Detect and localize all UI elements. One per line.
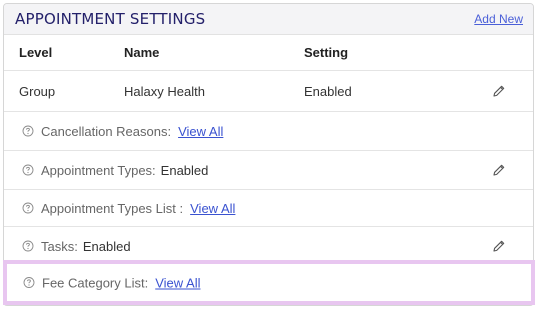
cancellation-reasons-view-all-link[interactable]: View All bbox=[178, 124, 223, 139]
column-header-name: Name bbox=[124, 45, 160, 60]
cell-level: Group bbox=[19, 83, 56, 99]
column-header-level: Level bbox=[19, 45, 53, 60]
help-circle-icon bbox=[22, 164, 34, 176]
appointment-types-value: Enabled bbox=[160, 162, 209, 178]
appointment-types-list-label: Appointment Types List : bbox=[41, 200, 184, 216]
cell-name: Halaxy Health bbox=[124, 83, 205, 99]
cancellation-reasons-label: Cancellation Reasons: bbox=[41, 123, 172, 139]
pencil-edit-icon[interactable] bbox=[492, 239, 506, 253]
column-header-setting: Setting bbox=[304, 45, 349, 60]
help-circle-icon bbox=[22, 240, 34, 252]
help-circle-icon bbox=[22, 125, 34, 137]
help-circle-icon bbox=[23, 277, 35, 288]
list-item-fee-category-list: Fee Category List: View All bbox=[3, 260, 535, 305]
appointment-types-label: Appointment Types: bbox=[41, 162, 156, 178]
appointment-types-list-view-all-link[interactable]: View All bbox=[190, 201, 235, 216]
list-item-appointment-types-list: Appointment Types List : View All bbox=[4, 190, 533, 227]
fee-category-list-label: Fee Category List: bbox=[42, 275, 149, 290]
pencil-edit-icon[interactable] bbox=[492, 163, 506, 177]
list-item-cancellation-reasons: Cancellation Reasons: View All bbox=[4, 112, 533, 151]
cell-setting: Enabled bbox=[304, 83, 352, 99]
table-header-row: Level Name Setting bbox=[4, 35, 533, 71]
pencil-edit-icon[interactable] bbox=[492, 84, 506, 98]
table-row: Group Halaxy Health Enabled bbox=[4, 71, 533, 112]
fee-category-list-view-all-link[interactable]: View All bbox=[155, 275, 200, 290]
panel-header: APPOINTMENT SETTINGS Add New bbox=[4, 4, 533, 35]
panel-title: APPOINTMENT SETTINGS bbox=[15, 10, 206, 28]
add-new-link[interactable]: Add New bbox=[474, 12, 523, 26]
list-item-appointment-types: Appointment Types: Enabled bbox=[4, 151, 533, 190]
tasks-label: Tasks: bbox=[41, 238, 78, 254]
tasks-value: Enabled bbox=[82, 238, 131, 254]
help-circle-icon bbox=[22, 202, 34, 214]
